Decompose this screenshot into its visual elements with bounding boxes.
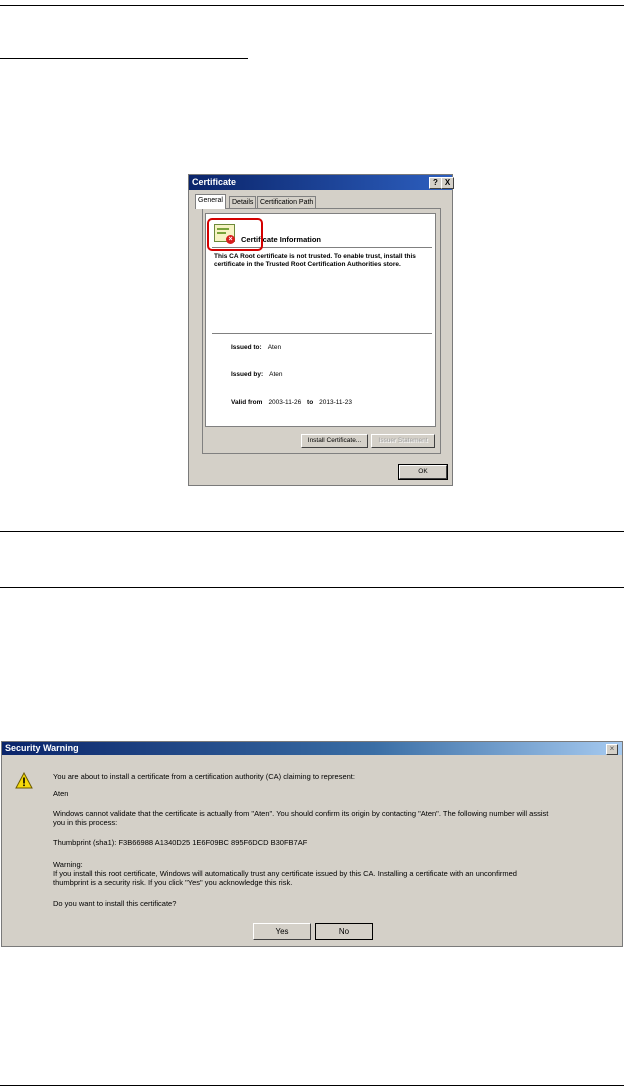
page-rule-top [0,5,624,6]
valid-from-label: Valid from [231,399,263,406]
thumbprint-text: Thumbprint (sha1): F3B66988 A1340D25 1E6… [53,838,308,847]
page-rule-bottom [0,1085,624,1086]
issued-to-label: Issued to: [231,344,262,351]
close-button[interactable]: X [441,177,454,189]
tab-certification-path[interactable]: Certification Path [257,196,317,208]
ca-name-text: Aten [53,789,69,798]
section-underline [0,58,248,59]
validation-text-line-1: Windows cannot validate that the certifi… [53,809,549,818]
issued-to-row: Issued to: Aten [231,344,281,351]
security-warning-title: Security Warning [5,743,79,753]
no-button[interactable]: No [315,923,373,940]
issued-by-row: Issued by: Aten [231,371,283,378]
divider [212,333,432,334]
page-rule-middle-1 [0,531,624,532]
install-question: Do you want to install this certificate? [53,899,177,908]
highlight-annotation [207,218,263,251]
valid-to-label: to [307,399,314,406]
install-certificate-button[interactable]: Install Certificate... [301,434,368,448]
certificate-title: Certificate [192,177,237,187]
security-warning-title-bar: Security Warning [2,742,622,755]
warning-icon [15,772,33,789]
valid-to-value: 2013-11-23 [319,399,352,406]
validation-text-line-2: you in this process: [53,818,118,827]
close-button[interactable]: × [606,744,618,755]
security-warning-dialog: Security Warning × You are about to inst… [1,741,623,947]
warning-label: Warning: [53,860,83,869]
trust-warning-text: This CA Root certificate is not trusted.… [214,253,416,268]
issued-to-value: Aten [267,344,282,351]
certificate-title-bar: Certificate [189,175,452,190]
warning-text-line-1: If you install this root certificate, Wi… [53,869,517,878]
valid-from-value: 2003-11-26 [268,399,302,406]
ok-button[interactable]: OK [398,464,448,480]
issuer-statement-button[interactable]: Issuer Statement [371,434,435,448]
issued-by-label: Issued by: [231,371,264,378]
issued-by-value: Aten [269,371,283,378]
validity-row: Valid from 2003-11-26 to 2013-11-23 [231,399,352,406]
install-intro-text: You are about to install a certificate f… [53,772,355,781]
tab-details[interactable]: Details [229,196,257,208]
yes-button[interactable]: Yes [253,923,311,940]
tab-general[interactable]: General [195,194,226,209]
warning-text-line-2: thumbprint is a security risk. If you cl… [53,878,293,887]
page-rule-middle-2 [0,587,624,588]
